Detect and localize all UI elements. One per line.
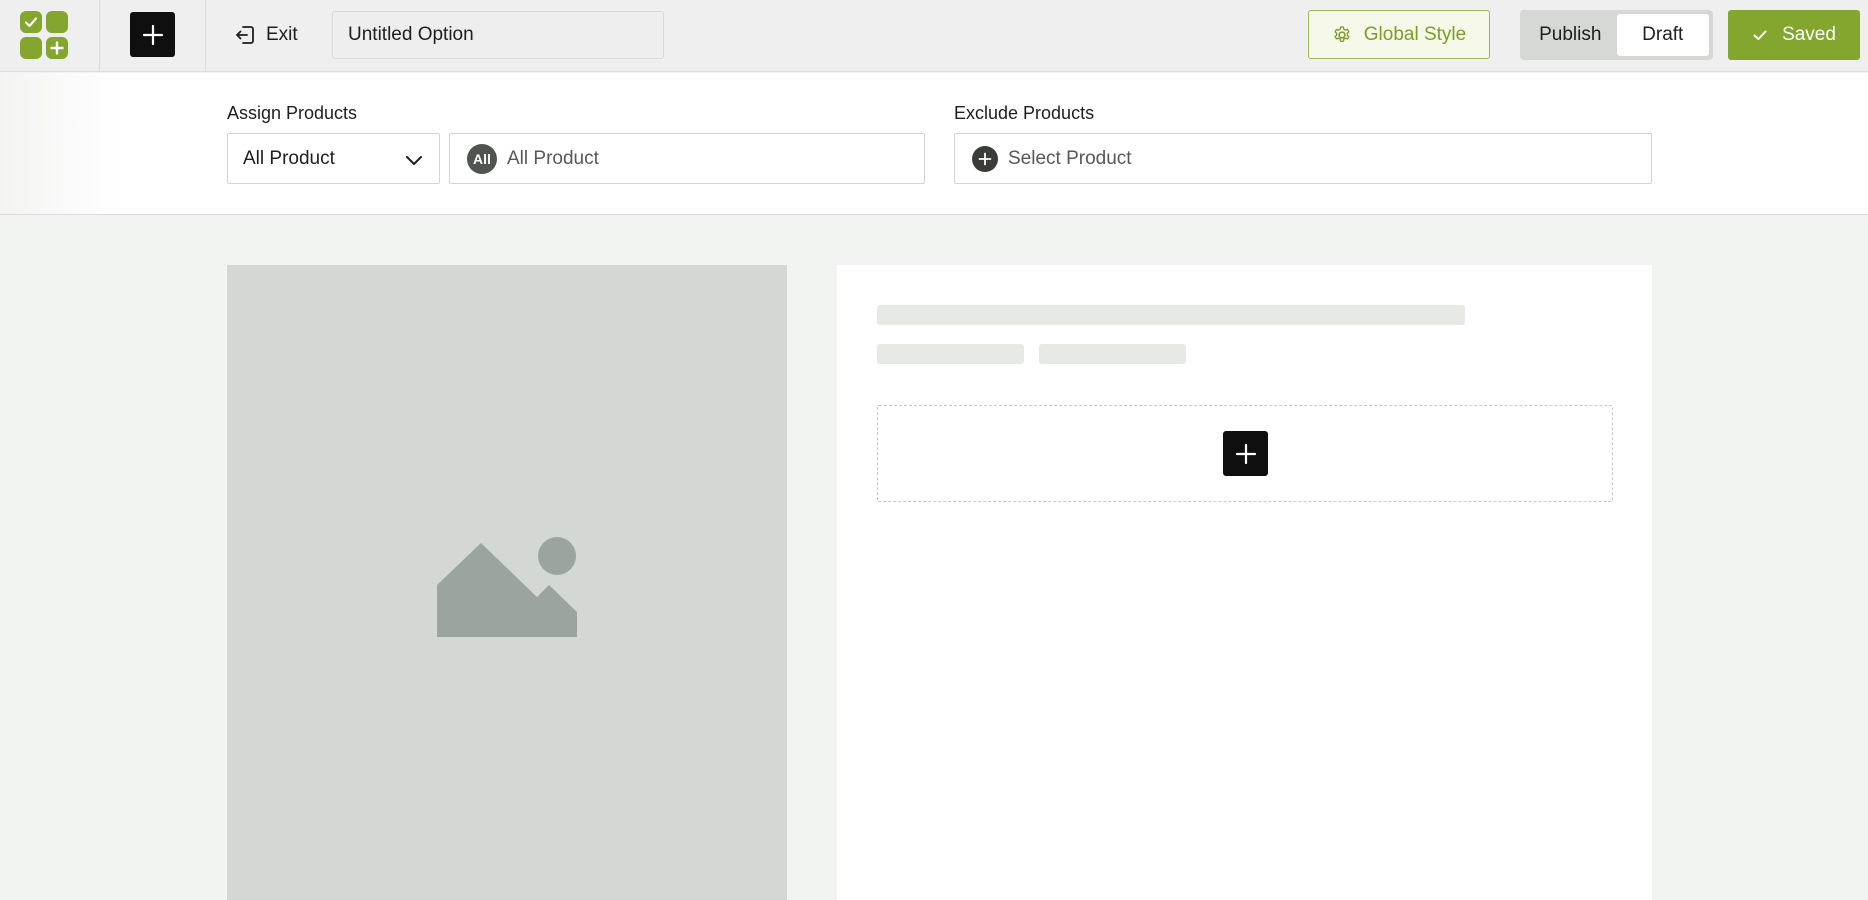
all-badge: All [467, 143, 497, 174]
chevron-down-icon [406, 156, 422, 165]
publish-option[interactable]: Publish [1524, 14, 1617, 56]
assigned-products-value: All Product [507, 147, 599, 169]
toolbar-divider [99, 0, 100, 72]
logo-plus-cell [46, 37, 68, 59]
assigned-products-field[interactable]: All All Product [449, 133, 925, 184]
saved-button[interactable]: Saved [1728, 10, 1860, 60]
price-skeleton [877, 344, 1024, 364]
title-skeleton [877, 305, 1465, 325]
add-circle-icon [972, 145, 998, 172]
block-drop-zone[interactable] [877, 405, 1613, 502]
exit-label: Exit [266, 24, 298, 45]
toolbar-divider [205, 0, 206, 72]
assign-mode-select[interactable]: All Product [227, 133, 440, 184]
option-title-input[interactable] [332, 11, 664, 59]
logo-check-cell [20, 11, 42, 33]
assign-products-label: Assign Products [227, 103, 358, 123]
app-logo-icon[interactable] [20, 11, 68, 59]
logo-cell [46, 11, 68, 33]
add-block-button[interactable] [1223, 431, 1268, 476]
image-placeholder-icon [437, 537, 577, 637]
logo-cell [20, 37, 42, 59]
product-assignment-bar: Assign Products All Product All All Prod… [0, 73, 1868, 215]
gear-icon [1334, 25, 1350, 42]
exit-button[interactable]: Exit [234, 18, 298, 52]
top-toolbar: Exit Global Style Publish Draft Saved [0, 0, 1868, 72]
product-image-placeholder[interactable] [227, 265, 787, 900]
global-style-label: Global Style [1363, 23, 1467, 45]
plus-icon [142, 24, 163, 45]
draft-option[interactable]: Draft [1616, 14, 1709, 56]
global-style-button[interactable]: Global Style [1308, 10, 1490, 59]
product-details-panel [837, 265, 1652, 900]
add-element-button[interactable] [130, 12, 175, 57]
assign-mode-value: All Product [243, 147, 335, 169]
exclude-products-field[interactable]: Select Product [954, 133, 1652, 184]
plus-icon [1235, 443, 1256, 464]
exclude-products-placeholder: Select Product [1008, 147, 1132, 169]
check-icon [1753, 30, 1767, 40]
saved-label: Saved [1782, 24, 1836, 45]
exit-icon [236, 26, 254, 44]
price-skeleton [1039, 344, 1186, 364]
exclude-products-label: Exclude Products [954, 103, 1095, 123]
publish-status-toggle: Publish Draft [1520, 10, 1713, 60]
